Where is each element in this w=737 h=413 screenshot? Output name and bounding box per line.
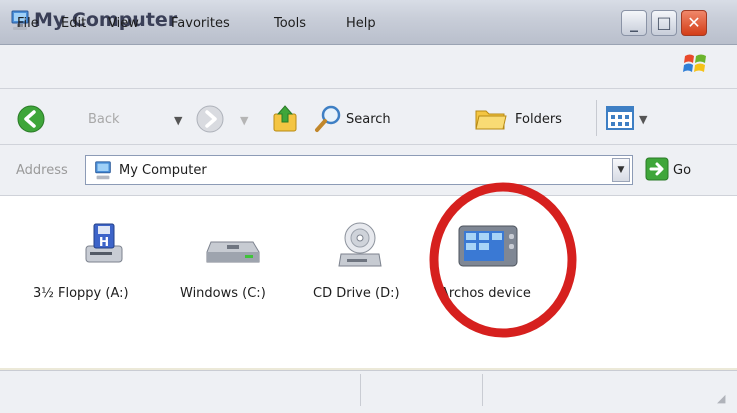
highlight-circle — [429, 182, 577, 338]
status-bar-divider — [360, 374, 361, 406]
status-bar — [0, 370, 737, 413]
status-bar-divider — [482, 374, 483, 406]
explorer-window: My Computer _ □ ✕ File Edit View Favorit… — [0, 0, 737, 413]
resize-grip-icon[interactable]: ◢ — [717, 392, 725, 405]
